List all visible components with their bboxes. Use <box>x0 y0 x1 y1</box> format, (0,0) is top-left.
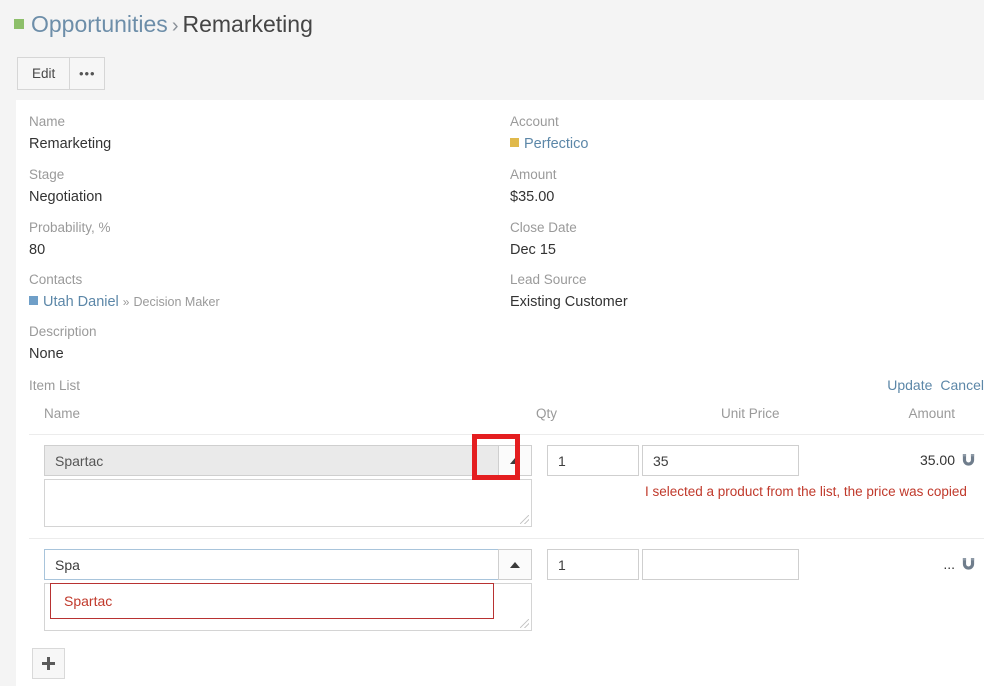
field-lead-source-value: Existing Customer <box>510 294 628 310</box>
item-list-header: Item List Update Cancel <box>29 377 984 405</box>
account-link-perfectico[interactable]: Perfectico <box>524 136 588 152</box>
item-name-cell <box>44 445 532 527</box>
field-probability-label: Probability, % <box>29 220 111 235</box>
more-actions-button[interactable]: ••• <box>69 57 106 90</box>
row-action-icons: ✖ <box>961 445 984 476</box>
record-detail-panel: Name Remarketing Stage Negotiation Proba… <box>16 100 984 686</box>
field-account-label: Account <box>510 114 559 129</box>
autocomplete-dropdown: Spartac <box>50 583 494 619</box>
magnet-icon[interactable] <box>961 557 976 572</box>
quantity-input[interactable] <box>547 445 639 476</box>
quantity-input[interactable] <box>547 549 639 580</box>
contact-separator: » <box>122 295 130 309</box>
item-list-actions: Update Cancel <box>879 377 984 393</box>
contact-link-utah-daniel[interactable]: Utah Daniel <box>43 294 119 310</box>
cancel-link[interactable]: Cancel <box>940 377 984 393</box>
chevron-up-icon <box>510 561 520 568</box>
add-item-button[interactable] <box>32 648 65 679</box>
field-description-label: Description <box>29 324 97 339</box>
product-name-input[interactable] <box>44 445 498 476</box>
resize-grip-icon[interactable] <box>520 619 529 628</box>
field-close-date: Close Date Dec 15 <box>510 219 577 260</box>
unit-price-input[interactable] <box>642 549 799 580</box>
chevron-up-icon <box>510 457 520 464</box>
item-list-column-headers: Name Qty Unit Price Amount <box>29 406 984 434</box>
autocomplete-option[interactable]: Spartac <box>51 584 493 618</box>
field-description-value: None <box>29 346 64 362</box>
field-probability-value: 80 <box>29 242 46 258</box>
account-bullet-icon <box>510 138 519 147</box>
column-header-unit-price: Unit Price <box>721 406 780 421</box>
record-toolbar: Edit ••• <box>17 57 106 90</box>
field-account-value: Perfectico <box>510 134 588 154</box>
row-action-icons: ✖ <box>961 549 984 580</box>
table-row: 35.00 ✖ I selected a product from the li… <box>29 434 984 538</box>
product-name-input[interactable] <box>44 549 498 580</box>
field-stage-label: Stage <box>29 167 65 182</box>
field-amount: Amount $35.00 <box>510 166 557 207</box>
breadcrumb-separator: › <box>171 15 179 37</box>
field-name: Name Remarketing <box>29 113 111 154</box>
edit-button[interactable]: Edit <box>17 57 70 90</box>
table-row: Spartac ... ✖ <box>29 538 984 642</box>
field-stage: Stage Negotiation <box>29 166 102 207</box>
column-header-qty: Qty <box>536 406 558 421</box>
annotation-note: I selected a product from the list, the … <box>645 484 967 499</box>
breadcrumb-current: Remarketing <box>182 11 313 37</box>
column-header-amount: Amount <box>908 406 955 421</box>
magnet-icon[interactable] <box>961 453 976 468</box>
field-contacts: Contacts Utah Daniel » Decision Maker <box>29 271 220 312</box>
resize-grip-icon[interactable] <box>520 515 529 524</box>
field-probability: Probability, % 80 <box>29 219 111 260</box>
column-header-name: Name <box>44 406 81 421</box>
amount-value: 35.00 <box>919 452 955 468</box>
unit-price-input[interactable] <box>642 445 799 476</box>
item-list-title: Item List <box>29 378 81 393</box>
field-lead-source: Lead Source Existing Customer <box>510 271 628 312</box>
field-description: Description None <box>29 323 97 364</box>
item-description-textarea[interactable] <box>44 479 532 527</box>
plus-icon <box>42 657 55 670</box>
field-name-label: Name <box>29 114 66 129</box>
breadcrumb: Opportunities › Remarketing <box>14 8 313 42</box>
product-combobox[interactable] <box>44 445 532 476</box>
product-combobox[interactable] <box>44 549 532 580</box>
product-dropdown-toggle-button[interactable] <box>498 549 532 580</box>
product-dropdown-toggle-button[interactable] <box>498 445 532 476</box>
breadcrumb-link-opportunities[interactable]: Opportunities <box>31 11 168 37</box>
amount-value: ... <box>943 556 955 572</box>
item-name-cell: Spartac <box>44 549 532 631</box>
field-amount-value: $35.00 <box>510 189 555 205</box>
opportunities-bullet-icon <box>14 19 24 29</box>
field-stage-value: Negotiation <box>29 189 103 205</box>
field-lead-source-label: Lead Source <box>510 272 587 287</box>
contact-role: Decision Maker <box>133 295 220 309</box>
field-account: Account Perfectico <box>510 113 588 154</box>
field-contacts-label: Contacts <box>29 272 83 287</box>
field-close-date-value: Dec 15 <box>510 242 556 258</box>
field-name-value: Remarketing <box>29 136 112 152</box>
contact-bullet-icon <box>29 296 38 305</box>
field-contacts-value: Utah Daniel » Decision Maker <box>29 292 220 312</box>
update-link[interactable]: Update <box>887 377 932 393</box>
field-close-date-label: Close Date <box>510 220 577 235</box>
field-amount-label: Amount <box>510 167 557 182</box>
